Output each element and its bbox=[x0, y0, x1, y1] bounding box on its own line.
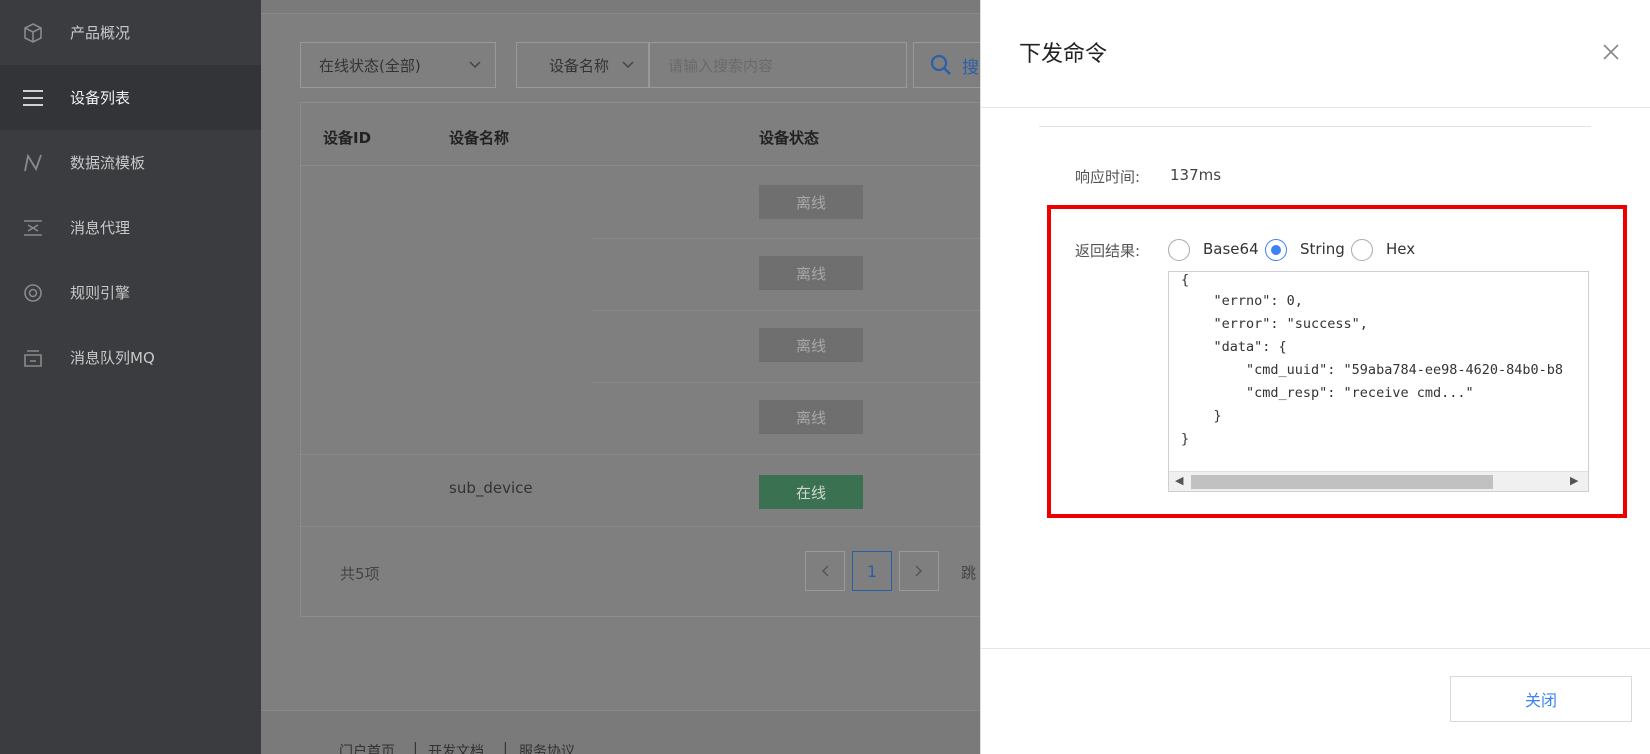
radio-base64[interactable] bbox=[1168, 239, 1190, 261]
sidebar-item-device-list[interactable]: 设备列表 bbox=[0, 65, 261, 130]
search-input[interactable]: 请输入搜索内容 bbox=[649, 42, 907, 88]
sidebar: 产品概况 设备列表 数据流模板 消息代理 规则引擎 消息队列MQ bbox=[0, 0, 261, 754]
cube-icon bbox=[24, 23, 42, 43]
queue-icon bbox=[24, 350, 42, 367]
list-icon bbox=[23, 90, 43, 106]
status-badge: 离线 bbox=[759, 400, 863, 434]
proxy-icon bbox=[24, 220, 42, 236]
search-placeholder: 请输入搜索内容 bbox=[668, 56, 774, 75]
result-label: 返回结果: bbox=[1075, 242, 1141, 260]
footer-separator: | bbox=[503, 741, 508, 754]
main-content: 在线状态(全部) 设备名称 请输入搜索内容 搜 设备ID 设备名称 设备状态 离… bbox=[261, 0, 1001, 754]
close-icon[interactable] bbox=[1601, 42, 1621, 62]
close-button[interactable]: 关闭 bbox=[1450, 676, 1632, 722]
sidebar-item-label: 消息代理 bbox=[70, 219, 131, 237]
row-divider bbox=[591, 382, 1001, 383]
radio-string-label: String bbox=[1300, 240, 1345, 258]
drawer-footer-divider bbox=[981, 648, 1650, 649]
search-field-value: 设备名称 bbox=[549, 56, 610, 75]
code-line: { bbox=[1181, 272, 1190, 288]
status-badge: 离线 bbox=[759, 328, 863, 362]
chevron-down-icon bbox=[469, 61, 481, 69]
scroll-thumb[interactable] bbox=[1191, 475, 1493, 489]
code-line: "errno": 0, bbox=[1181, 293, 1303, 309]
scroll-left-icon[interactable]: ◀ bbox=[1175, 474, 1183, 487]
row-divider bbox=[301, 454, 1001, 455]
footer-separator: | bbox=[413, 741, 418, 754]
code-line: "cmd_uuid": "59aba784-ee98-4620-84b0-b8 bbox=[1181, 362, 1564, 378]
footer-link-terms[interactable]: 服务协议 bbox=[519, 741, 575, 754]
sidebar-item-product-overview[interactable]: 产品概况 bbox=[0, 0, 261, 65]
sidebar-item-rule-engine[interactable]: 规则引擎 bbox=[0, 260, 261, 325]
jump-label: 跳 bbox=[961, 564, 977, 582]
sidebar-item-label: 设备列表 bbox=[70, 89, 131, 107]
status-badge: 离线 bbox=[759, 256, 863, 290]
result-textarea[interactable]: { "errno": 0, "error": "success", "data"… bbox=[1168, 271, 1589, 492]
prev-page-button[interactable] bbox=[805, 551, 845, 591]
chevron-left-icon bbox=[822, 565, 829, 577]
code-line: } bbox=[1181, 408, 1222, 424]
drawer-header: 下发命令 bbox=[981, 0, 1650, 108]
table-header-name: 设备名称 bbox=[449, 129, 510, 147]
drawer-title: 下发命令 bbox=[1019, 42, 1108, 67]
sidebar-item-message-queue[interactable]: 消息队列MQ bbox=[0, 325, 261, 390]
next-page-button[interactable] bbox=[899, 551, 939, 591]
chevron-down-icon bbox=[622, 61, 634, 69]
code-line: "cmd_resp": "receive cmd..." bbox=[1181, 385, 1474, 401]
radio-base64-label: Base64 bbox=[1203, 240, 1259, 258]
table-header-id: 设备ID bbox=[323, 129, 372, 147]
row-divider bbox=[301, 526, 1001, 527]
page-1-button[interactable]: 1 bbox=[852, 551, 892, 591]
sidebar-item-label: 产品概况 bbox=[70, 24, 131, 42]
row-divider bbox=[591, 238, 1001, 239]
search-icon bbox=[930, 54, 951, 75]
device-table: 设备ID 设备名称 设备状态 离线 离线 离线 离线 sub_device 在线… bbox=[300, 102, 1001, 617]
radio-string[interactable] bbox=[1265, 239, 1287, 261]
sidebar-item-message-proxy[interactable]: 消息代理 bbox=[0, 195, 261, 260]
radio-hex[interactable] bbox=[1351, 239, 1373, 261]
status-filter-select[interactable]: 在线状态(全部) bbox=[300, 42, 496, 88]
status-filter-value: 在线状态(全部) bbox=[319, 56, 421, 75]
code-line: "error": "success", bbox=[1181, 316, 1368, 332]
sidebar-item-dataflow-template[interactable]: 数据流模板 bbox=[0, 130, 261, 195]
command-drawer: 下发命令 响应时间: 137ms 返回结果: Base64 String Hex… bbox=[980, 0, 1650, 754]
table-header-status: 设备状态 bbox=[759, 129, 820, 147]
scroll-right-icon[interactable]: ▶ bbox=[1570, 474, 1578, 487]
sidebar-item-label: 消息队列MQ bbox=[70, 349, 155, 367]
top-bar bbox=[261, 0, 980, 14]
section-divider bbox=[1039, 126, 1591, 127]
page-number: 1 bbox=[866, 561, 878, 581]
footer-link-home[interactable]: 门户首页 bbox=[339, 741, 395, 754]
page-footer: 门户首页 | 开发文档 | 服务协议 bbox=[261, 710, 980, 754]
search-button-label: 搜 bbox=[962, 57, 979, 78]
device-name-cell: sub_device bbox=[449, 479, 533, 497]
sidebar-item-label: 规则引擎 bbox=[70, 284, 131, 302]
total-count: 共5项 bbox=[340, 565, 380, 583]
code-line: } bbox=[1181, 431, 1190, 447]
status-badge: 在线 bbox=[759, 475, 863, 509]
sidebar-item-label: 数据流模板 bbox=[70, 154, 146, 172]
radio-hex-label: Hex bbox=[1386, 240, 1416, 258]
rule-icon bbox=[24, 284, 42, 302]
response-time-value: 137ms bbox=[1170, 166, 1222, 184]
row-divider bbox=[591, 310, 1001, 311]
code-line: "data": { bbox=[1181, 339, 1287, 355]
horizontal-scrollbar[interactable]: ◀ ▶ bbox=[1169, 471, 1588, 491]
flow-icon bbox=[24, 153, 42, 172]
row-divider bbox=[301, 165, 1001, 166]
search-field-select[interactable]: 设备名称 bbox=[516, 42, 649, 88]
footer-link-docs[interactable]: 开发文档 bbox=[428, 741, 484, 754]
chevron-right-icon bbox=[915, 565, 922, 577]
response-time-label: 响应时间: bbox=[1075, 168, 1141, 186]
status-badge: 离线 bbox=[759, 185, 863, 219]
